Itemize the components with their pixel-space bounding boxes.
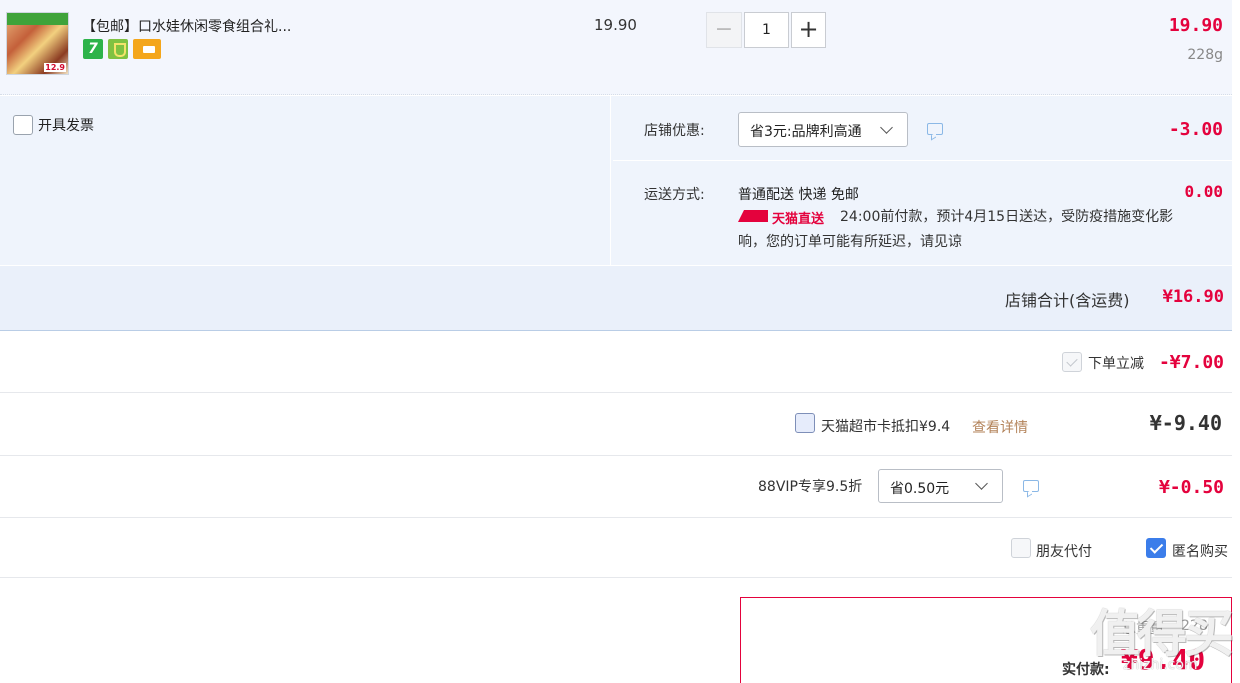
friend-pay-checkbox[interactable] [1011,538,1031,558]
chevron-down-icon [880,121,893,134]
thumbnail-banner [7,13,68,25]
divider [0,455,1232,456]
shipping-label: 运送方式: [644,187,705,203]
vip-discount-amount: ¥-0.50 [1158,477,1224,498]
store-discount-label: 店铺优惠: [644,123,705,139]
quantity-input[interactable]: 1 [744,12,789,48]
invoice-checkbox[interactable] [13,115,33,135]
vip-discount-label: 88VIP专享9.5折 [758,479,863,495]
store-total-amount: ¥16.90 [1162,287,1224,307]
shipping-method: 普通配送 快递 免邮 [738,187,859,203]
watermark-logo: 值得买 [1090,605,1234,663]
anonymous-purchase-label[interactable]: 匿名购买 [1172,541,1228,561]
supermarket-card-amount: ¥-9.40 [1149,411,1222,435]
quantity-increase-button[interactable]: + [791,12,826,48]
item-weight: 228g [1187,47,1223,63]
shipping-note-continued: 响，您的订单可能有所延迟，请见谅 [738,234,962,250]
guarantee-icon [108,39,128,59]
card-payment-icon [133,39,161,59]
store-total-label: 店铺合计(含运费) [1005,291,1130,310]
instant-discount-amount: -¥7.00 [1158,352,1224,373]
vip-discount-selected: 省0.50元 [890,481,950,497]
product-title[interactable]: 【包邮】口水娃休闲零食组合礼... [82,16,291,36]
tmall-direct-text: 天猫直送 [772,212,825,227]
vip-discount-select[interactable]: 省0.50元 [878,469,1003,503]
item-subtotal: 19.90 [1168,15,1223,36]
shipping-note: 24:00前付款，预计4月15日送达，受防疫措施变化影 [840,209,1174,225]
supermarket-card-label: 天猫超市卡抵扣¥9.4 [821,419,951,435]
message-icon[interactable] [1023,480,1039,492]
message-icon[interactable] [927,123,943,135]
seven-day-return-icon: 7 [83,39,103,59]
shipping-amount: 0.00 [1184,182,1223,201]
thumbnail-price-tag: 12.9 [44,63,66,72]
watermark-url: zhizhi.com [1123,657,1198,673]
instant-discount-label: 下单立减 [1088,356,1144,372]
friend-pay-label[interactable]: 朋友代付 [1036,541,1092,561]
divider [0,517,1232,518]
store-discount-selected: 省3元:品牌利高通 [750,124,862,140]
instant-discount-checkbox[interactable] [1062,352,1082,372]
store-discount-amount: -3.00 [1168,119,1223,140]
chevron-down-icon [975,477,988,490]
quantity-decrease-button[interactable]: − [706,12,742,48]
divider [0,392,1232,393]
unit-price: 19.90 [594,16,637,34]
supermarket-card-checkbox[interactable] [795,413,815,433]
view-details-link[interactable]: 查看详情 [972,417,1028,437]
divider [0,577,1232,578]
invoice-label[interactable]: 开具发票 [38,115,94,135]
product-thumbnail[interactable]: 12.9 [6,12,69,75]
anonymous-purchase-checkbox[interactable] [1146,538,1166,558]
store-discount-select[interactable]: 省3元:品牌利高通 [738,112,908,147]
product-row [0,0,1232,95]
divider [613,160,1232,161]
